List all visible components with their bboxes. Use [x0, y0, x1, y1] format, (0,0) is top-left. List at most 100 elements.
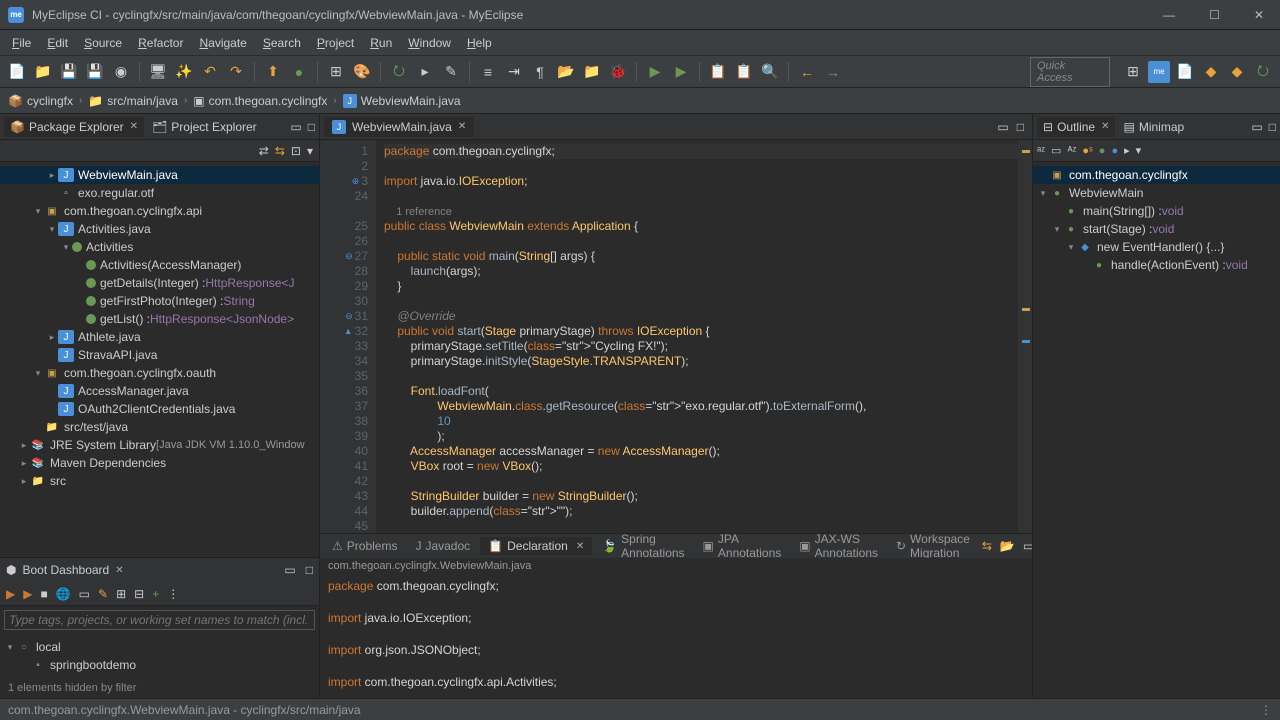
tree-row[interactable]: getFirstPhoto(Integer) : String — [0, 292, 319, 310]
tree-row[interactable]: ▾●WebviewMain — [1033, 184, 1280, 202]
close-icon[interactable]: ✕ — [458, 121, 466, 132]
save-all-button[interactable]: 💾 — [84, 61, 106, 83]
boot-filter-button[interactable]: ⊞ — [116, 587, 126, 601]
server-button[interactable]: ● — [288, 61, 310, 83]
tree-row[interactable]: ▸📚Maven Dependencies — [0, 454, 319, 472]
maximize-view-button[interactable]: □ — [306, 563, 313, 577]
debug-perspective[interactable]: ◆ — [1200, 61, 1222, 83]
tree-row[interactable]: ▸JWebviewMain.java — [0, 166, 319, 184]
tree-row[interactable]: JStravaAPI.java — [0, 346, 319, 364]
boot-filter-input[interactable] — [4, 610, 315, 630]
myeclipse-perspective[interactable]: me — [1148, 61, 1170, 83]
outline-menu-button[interactable]: ▾ — [1136, 144, 1142, 157]
tree-row[interactable]: ▾●start(Stage) : void — [1033, 220, 1280, 238]
minimize-editor-button[interactable]: ▭ — [993, 120, 1012, 134]
tree-row[interactable]: JOAuth2ClientCredentials.java — [0, 400, 319, 418]
maximize-view-button[interactable]: □ — [1269, 120, 1276, 134]
menu-file[interactable]: File — [4, 33, 39, 53]
edit-button[interactable]: ✎ — [440, 61, 462, 83]
editor-tab[interactable]: J WebviewMain.java ✕ — [324, 117, 474, 137]
git-perspective[interactable]: ◆ — [1226, 61, 1248, 83]
package-explorer-tree[interactable]: ▸JWebviewMain.java▫exo.regular.otf▾▣com.… — [0, 162, 319, 557]
link-editor-button[interactable]: ⇆ — [275, 144, 285, 158]
new-class-button[interactable]: 📋 — [707, 61, 729, 83]
boot-console-button[interactable]: ▭ — [79, 587, 90, 601]
hide-local-button[interactable]: ▸ — [1124, 144, 1130, 157]
collapse-all-button[interactable]: ⇄ — [259, 144, 269, 158]
outline-tab[interactable]: ⊟ Outline ✕ — [1037, 117, 1115, 137]
boot-tree[interactable]: ▾○local▪springbootdemo — [0, 634, 319, 678]
bottom-tab-declaration[interactable]: 📋Declaration✕ — [480, 537, 592, 555]
tree-row[interactable]: getList() : HttpResponse<JsonNode> — [0, 310, 319, 328]
tree-row[interactable]: ▾JActivities.java — [0, 220, 319, 238]
new-file-button[interactable]: 📋 — [733, 61, 755, 83]
tree-row[interactable]: ▸📚JRE System Library [Java JDK VM 1.10.0… — [0, 436, 319, 454]
save-button[interactable]: 💾 — [58, 61, 80, 83]
tree-row[interactable]: ▾▣com.thegoan.cyclingfx.oauth — [0, 364, 319, 382]
indent-button[interactable]: ⇥ — [503, 61, 525, 83]
tree-row[interactable]: ▣com.thegoan.cyclingfx — [1033, 166, 1280, 184]
bottom-tab-javadoc[interactable]: JJavadoc — [407, 537, 478, 555]
minimize-view-button[interactable]: ▭ — [284, 563, 295, 577]
run-last-button[interactable]: ⭮ — [388, 61, 410, 83]
boot-stop-button[interactable]: ■ — [40, 587, 47, 601]
sort-button[interactable]: ᵃᶻ — [1037, 145, 1045, 157]
screen-button[interactable]: 🖥 — [147, 61, 169, 83]
close-icon[interactable]: ✕ — [115, 565, 123, 576]
tree-row[interactable]: ▸JAthlete.java — [0, 328, 319, 346]
align-button[interactable]: ≡ — [477, 61, 499, 83]
pilcrow-button[interactable]: ¶ — [529, 61, 551, 83]
tree-row[interactable]: ▾▣com.thegoan.cyclingfx.api — [0, 202, 319, 220]
new-button[interactable]: 📄 — [6, 61, 28, 83]
maximize-button[interactable]: ☐ — [1201, 8, 1228, 22]
menu-help[interactable]: Help — [459, 33, 500, 53]
undo-button[interactable]: ↶ — [199, 61, 221, 83]
az-button[interactable]: ᴬᶻ — [1067, 145, 1076, 157]
tree-row[interactable]: ▾Activities — [0, 238, 319, 256]
hide-non-public-button[interactable]: ● — [1111, 145, 1118, 157]
tree-row[interactable]: ▸📁src — [0, 472, 319, 490]
minimize-view-button[interactable]: ▭ — [290, 120, 301, 134]
bottom-tab-problems[interactable]: ⚠Problems — [324, 537, 405, 555]
menu-refactor[interactable]: Refactor — [130, 33, 191, 53]
grid-button[interactable]: ⊞ — [325, 61, 347, 83]
minimap-tab[interactable]: ▤ Minimap — [1117, 117, 1190, 137]
hide-fields-button[interactable]: ● — [1099, 145, 1106, 157]
menu-navigate[interactable]: Navigate — [191, 33, 254, 53]
overview-ruler[interactable] — [1018, 140, 1032, 533]
boot-start-button[interactable]: ▶ — [6, 587, 15, 601]
menu-run[interactable]: Run — [362, 33, 400, 53]
breadcrumb-item[interactable]: JWebviewMain.java — [343, 94, 461, 108]
fields-button[interactable]: ▭ — [1051, 144, 1061, 157]
tree-row[interactable]: ▾○local — [0, 638, 319, 656]
boot-debug-button[interactable]: ▶ — [23, 587, 32, 601]
profile-button[interactable]: ◉ — [110, 61, 132, 83]
tree-row[interactable]: Activities(AccessManager) — [0, 256, 319, 274]
coverage-button[interactable]: ▸ — [414, 61, 436, 83]
minimize-button[interactable]: — — [1155, 8, 1183, 22]
tree-row[interactable]: ▾◆new EventHandler() {...} — [1033, 238, 1280, 256]
java-perspective[interactable]: 📄 — [1174, 61, 1196, 83]
search-button[interactable]: 🔍 — [759, 61, 781, 83]
redo-button[interactable]: ↷ — [225, 61, 247, 83]
tree-row[interactable]: getDetails(Integer) : HttpResponse<J — [0, 274, 319, 292]
folder-button[interactable]: 📁 — [581, 61, 603, 83]
code-editor[interactable]: 12⊕3242526⊖27282930⊖31▲32333435363738394… — [320, 140, 1032, 533]
forward-button[interactable]: → — [822, 61, 844, 83]
close-button[interactable]: ✕ — [1246, 8, 1272, 22]
menu-edit[interactable]: Edit — [39, 33, 76, 53]
focus-button[interactable]: ⊡ — [291, 144, 301, 158]
boot-edit-button[interactable]: ✎ — [98, 587, 108, 601]
quick-access-input[interactable]: Quick Access — [1030, 57, 1110, 87]
close-icon[interactable]: ✕ — [1101, 121, 1109, 132]
breadcrumb-item[interactable]: ▣com.thegoan.cyclingfx — [193, 94, 327, 108]
refresh-perspective[interactable]: ⭮ — [1252, 61, 1274, 83]
palette-button[interactable]: 🎨 — [351, 61, 373, 83]
boot-browser-button[interactable]: 🌐 — [56, 587, 71, 601]
wand-button[interactable]: ✨ — [173, 61, 195, 83]
open-button[interactable]: 📂 — [1000, 539, 1015, 553]
tree-row[interactable]: JAccessManager.java — [0, 382, 319, 400]
debug-button[interactable]: 🐞 — [607, 61, 629, 83]
outline-tree[interactable]: ▣com.thegoan.cyclingfx▾●WebviewMain●main… — [1033, 162, 1280, 698]
menu-project[interactable]: Project — [309, 33, 362, 53]
